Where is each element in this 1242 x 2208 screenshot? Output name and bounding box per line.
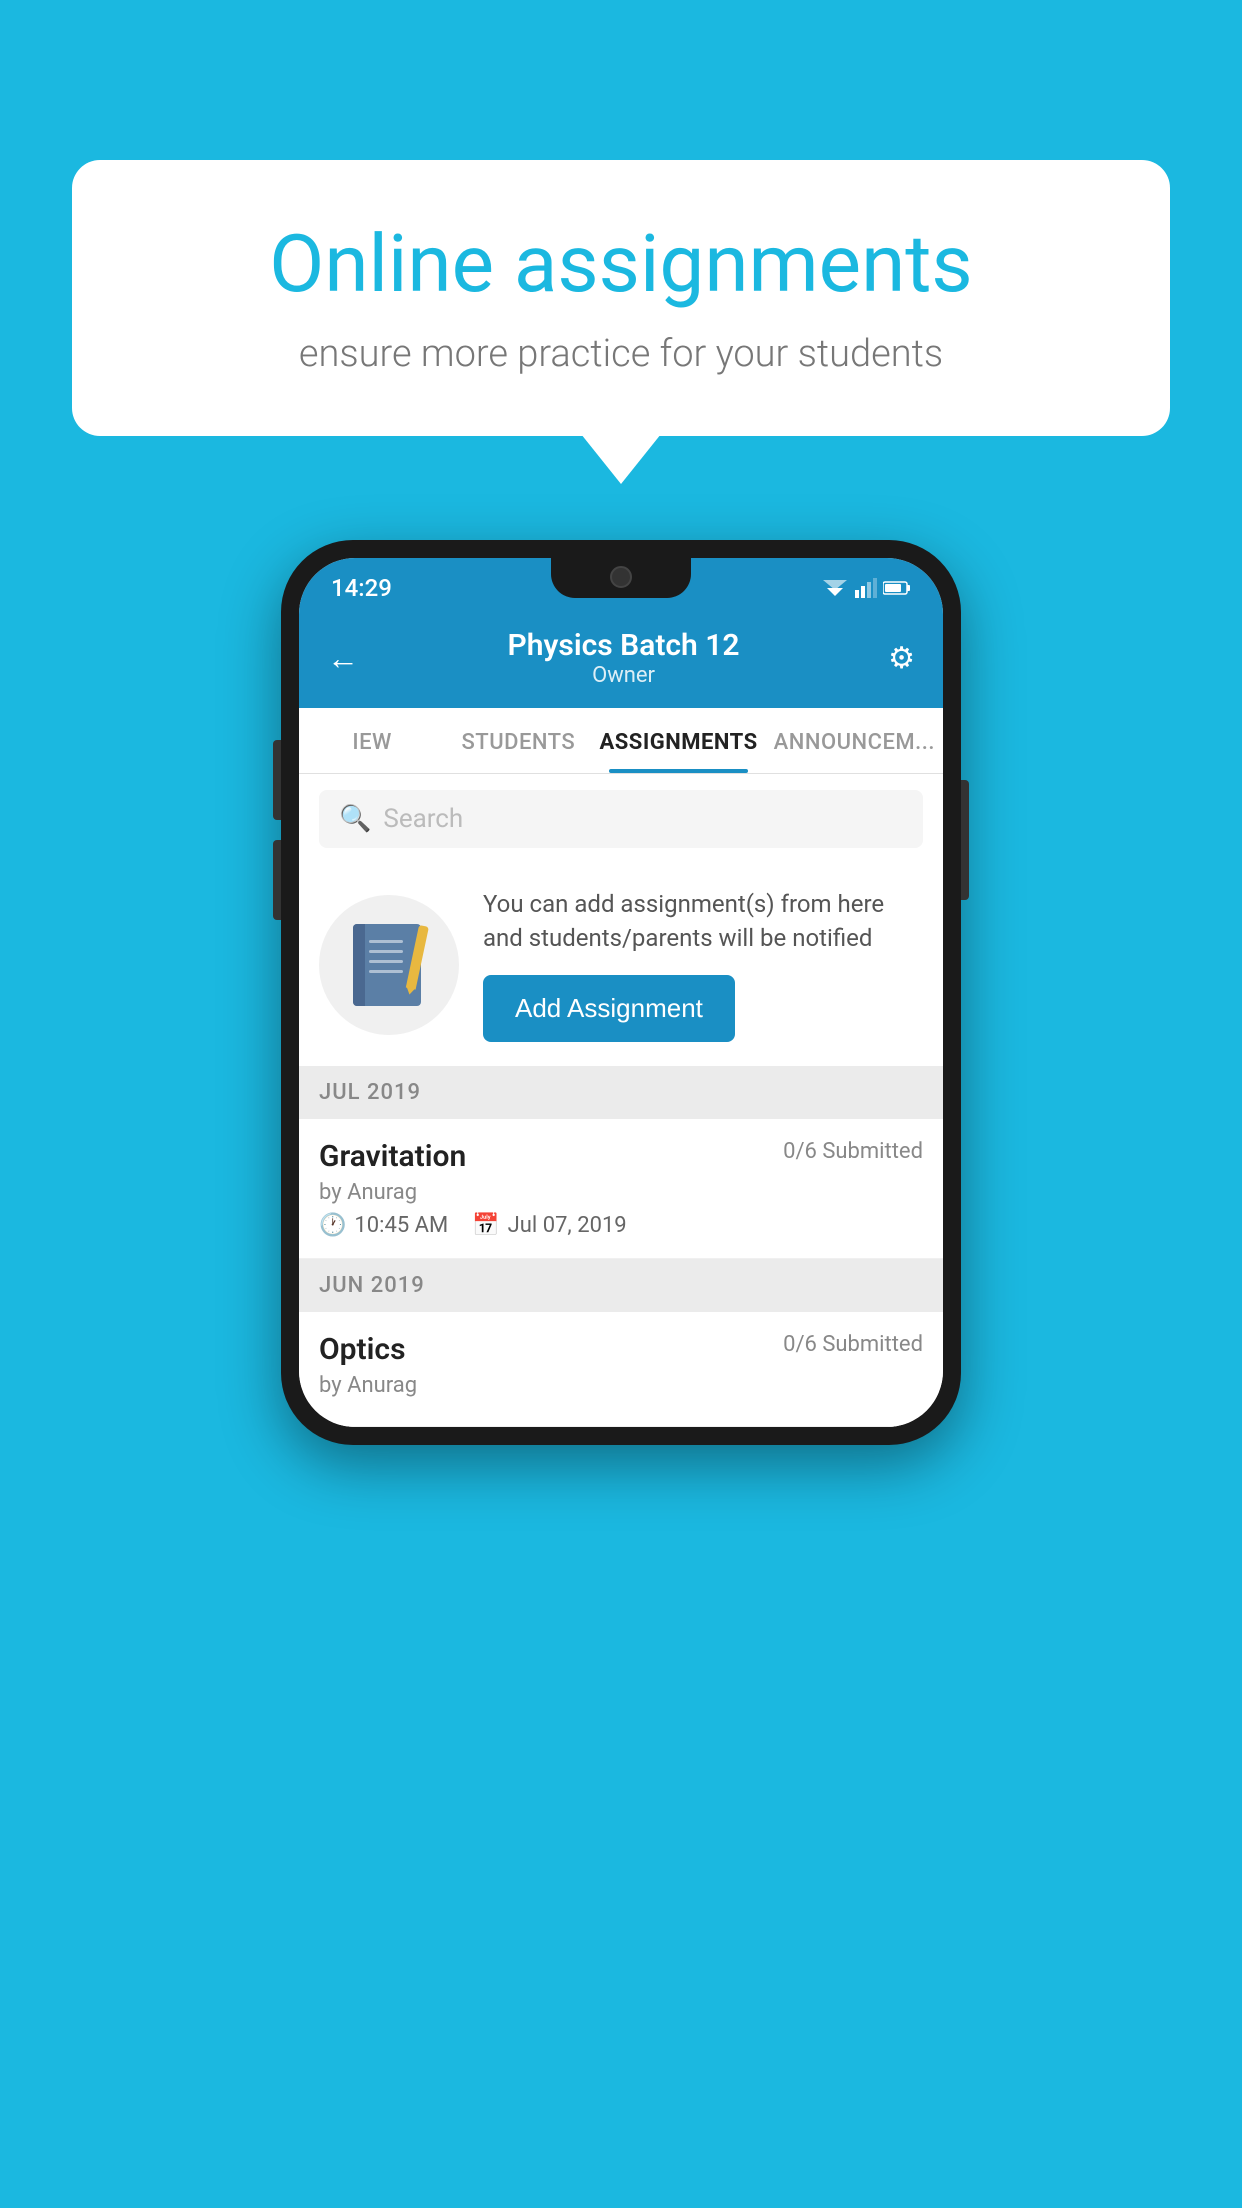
header-subtitle: Owner — [508, 663, 740, 688]
tabs-bar: IEW STUDENTS ASSIGNMENTS ANNOUNCEM... — [299, 708, 943, 774]
section-month-jun: JUN 2019 — [319, 1273, 425, 1298]
tab-assignments[interactable]: ASSIGNMENTS — [591, 708, 765, 773]
notebook-line — [369, 950, 403, 953]
notebook-spine — [353, 924, 365, 1006]
assignment-date: 📅 Jul 07, 2019 — [472, 1213, 626, 1238]
section-month-jul: JUL 2019 — [319, 1080, 421, 1105]
assignment-time: 🕐 10:45 AM — [319, 1213, 448, 1238]
speech-bubble-section: Online assignments ensure more practice … — [72, 160, 1170, 436]
assignment-top: Gravitation 0/6 Submitted — [319, 1139, 923, 1174]
promo-icon-circle — [319, 895, 459, 1035]
wifi-icon — [821, 578, 849, 598]
phone-volume-down-button — [273, 840, 281, 920]
phone-outer: 14:29 — [281, 540, 961, 1445]
assignment-submitted-gravitation: 0/6 Submitted — [783, 1139, 923, 1164]
notebook-line — [369, 940, 403, 943]
assignment-meta-gravitation: 🕐 10:45 AM 📅 Jul 07, 2019 — [319, 1213, 923, 1238]
phone-mockup: 14:29 — [281, 540, 961, 1445]
phone-screen: 14:29 — [299, 558, 943, 1427]
section-header-jul: JUL 2019 — [299, 1066, 943, 1119]
phone-volume-up-button — [273, 740, 281, 820]
assignment-by-optics: by Anurag — [319, 1373, 923, 1398]
speech-bubble: Online assignments ensure more practice … — [72, 160, 1170, 436]
tab-announcements[interactable]: ANNOUNCEM... — [766, 708, 943, 773]
assignment-item-optics[interactable]: Optics 0/6 Submitted by Anurag — [299, 1312, 943, 1427]
back-button[interactable]: ← — [327, 639, 359, 677]
clock-icon: 🕐 — [319, 1213, 346, 1238]
search-placeholder: Search — [383, 804, 463, 834]
status-time: 14:29 — [331, 574, 392, 602]
search-container: 🔍 Search — [299, 774, 943, 864]
speech-bubble-subtitle: ensure more practice for your students — [152, 332, 1090, 376]
assignment-name-optics: Optics — [319, 1332, 406, 1367]
tab-iew[interactable]: IEW — [299, 708, 445, 773]
notebook-illustration — [349, 920, 429, 1010]
tab-students[interactable]: STUDENTS — [445, 708, 591, 773]
assignment-top-optics: Optics 0/6 Submitted — [319, 1332, 923, 1367]
settings-button[interactable]: ⚙ — [888, 641, 915, 676]
header-title: Physics Batch 12 — [508, 628, 740, 663]
search-icon: 🔍 — [339, 804, 371, 834]
assignment-by-gravitation: by Anurag — [319, 1180, 923, 1205]
phone-power-button — [961, 780, 969, 900]
promo-text: You can add assignment(s) from here and … — [483, 888, 923, 955]
section-header-jun: JUN 2019 — [299, 1259, 943, 1312]
search-bar[interactable]: 🔍 Search — [319, 790, 923, 848]
assignment-item-gravitation[interactable]: Gravitation 0/6 Submitted by Anurag 🕐 10… — [299, 1119, 943, 1259]
speech-bubble-title: Online assignments — [152, 220, 1090, 308]
notebook-line — [369, 970, 403, 973]
header-center: Physics Batch 12 Owner — [508, 628, 740, 688]
status-icons — [821, 578, 911, 598]
assignment-submitted-optics: 0/6 Submitted — [783, 1332, 923, 1357]
app-header: ← Physics Batch 12 Owner ⚙ — [299, 610, 943, 708]
promo-section: You can add assignment(s) from here and … — [299, 864, 943, 1066]
battery-icon — [883, 580, 911, 596]
assignment-time-value: 10:45 AM — [354, 1213, 448, 1238]
phone-camera — [610, 566, 632, 588]
notebook-line — [369, 960, 403, 963]
promo-content: You can add assignment(s) from here and … — [483, 888, 923, 1042]
signal-icon — [855, 578, 877, 598]
assignment-date-value: Jul 07, 2019 — [508, 1213, 627, 1238]
calendar-icon: 📅 — [472, 1213, 499, 1238]
assignment-name-gravitation: Gravitation — [319, 1139, 466, 1174]
phone-notch — [551, 558, 691, 598]
add-assignment-button[interactable]: Add Assignment — [483, 975, 735, 1042]
